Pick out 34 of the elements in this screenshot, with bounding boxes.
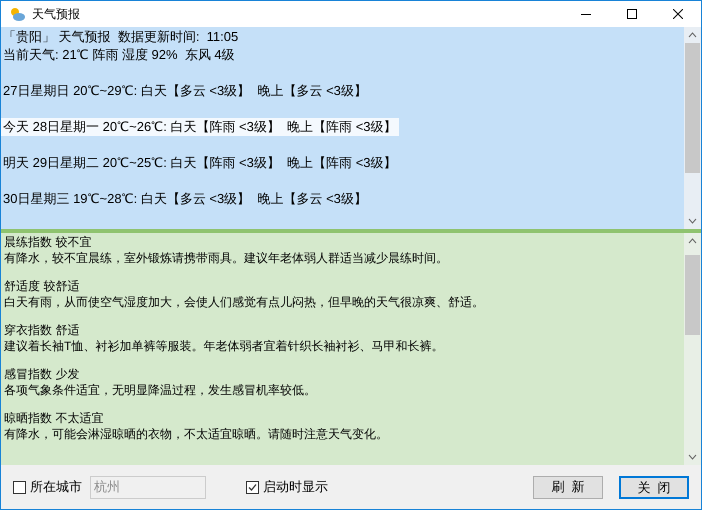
check-icon (248, 482, 257, 492)
scrollbar[interactable] (684, 233, 701, 465)
scroll-up-icon[interactable] (688, 32, 697, 38)
weather-icon (8, 6, 26, 22)
scrollbar[interactable] (684, 27, 701, 229)
checkbox-label: 所在城市 (30, 478, 82, 496)
scroll-up-icon[interactable] (688, 238, 697, 244)
index-title: 晨练指数 较不宜 (4, 234, 92, 250)
index-description: 白天有雨，从而使空气湿度加大，会使人们感觉有点儿闷热，但早晚的天气很凉爽、舒适。 (4, 294, 484, 310)
forecast-line[interactable]: 30日星期三 19℃~28℃: 白天【多云 <3级】 晚上【多云 <3级】 (1, 190, 369, 208)
weather-summary-line: 当前天气: 21℃ 阵雨 湿度 92% 东风 4级 (2, 46, 236, 64)
scroll-down-icon[interactable] (688, 454, 697, 460)
window-title: 天气预报 (32, 6, 80, 23)
checkbox-label: 启动时显示 (263, 478, 328, 496)
index-title: 感冒指数 少发 (4, 366, 80, 382)
close-icon (673, 9, 683, 19)
dialog-button[interactable]: 关 闭 (619, 476, 689, 498)
forecast-line[interactable]: 明天 29日星期二 20℃~25℃: 白天【阵雨 <3级】 晚上【阵雨 <3级】 (1, 154, 399, 172)
forecast-line[interactable]: 27日星期日 20℃~29℃: 白天【多云 <3级】 晚上【多云 <3级】 (1, 82, 369, 100)
index-title: 舒适度 较舒适 (4, 278, 80, 294)
index-description: 有降水，较不宜晨练，室外锻炼请携带雨具。建议年老体弱人群适当减少晨练时间。 (4, 250, 448, 266)
scroll-thumb[interactable] (685, 43, 700, 173)
scroll-down-icon[interactable] (688, 218, 697, 224)
checkbox[interactable] (246, 480, 259, 494)
index-description: 各项气象条件适宜，无明显降温过程，发生感冒机率较低。 (4, 382, 316, 398)
index-title: 穿衣指数 舒适 (4, 322, 80, 338)
dialog-button[interactable]: 刷 新 (533, 476, 603, 498)
index-description: 有降水，可能会淋湿晾晒的衣物，不太适宜晾晒。请随时注意天气变化。 (4, 426, 388, 442)
scroll-thumb[interactable] (685, 255, 700, 335)
checkbox[interactable] (13, 480, 26, 494)
weather-summary-line: 「贵阳」 天气预报 数据更新时间: 11:05 (2, 28, 240, 46)
index-title: 晾晒指数 不太适宜 (4, 410, 104, 426)
maximize-icon (627, 9, 637, 19)
index-description: 建议着长袖T恤、衬衫加单裤等服装。年老体弱者宜着针织长袖衬衫、马甲和长裤。 (4, 338, 444, 354)
